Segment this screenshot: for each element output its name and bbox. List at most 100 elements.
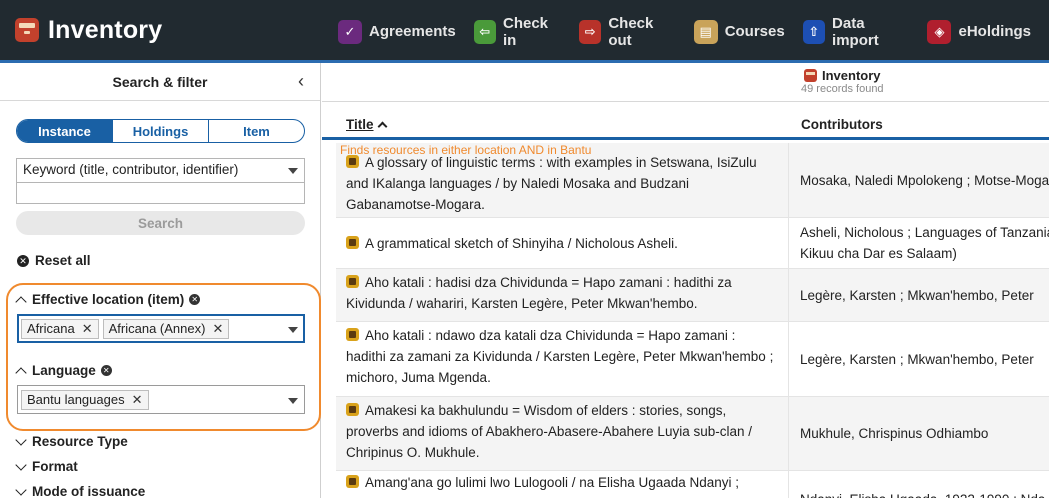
cell-title: Amakesi ka bakhulundu = Wisdom of elders… — [336, 397, 789, 470]
app-link-label: Data import — [832, 14, 879, 49]
instance-icon — [346, 403, 359, 416]
results-column-headers: Title Contributors — [322, 108, 1049, 140]
accordion-label: Resource Type — [32, 434, 128, 449]
table-row[interactable]: Aho katali : ndawo dza katali dza Chivid… — [336, 322, 1049, 397]
cell-contributors: Legère, Karsten ; Mkwan'hembo, Peter — [800, 351, 1034, 367]
clear-filter-icon[interactable]: ✕ — [189, 294, 201, 305]
app-link-label: eHoldings — [958, 23, 1031, 40]
title-text: Amang'ana go lulimi lwo Lulogooli / na E… — [365, 475, 740, 490]
cell-contributors: Mosaka, Naledi Mpolokeng ; Motse-Mogara — [800, 172, 1049, 188]
reset-all-button[interactable]: ✕ Reset all — [17, 253, 91, 268]
cell-title: A grammatical sketch of Shinyiha / Nicho… — [336, 218, 789, 268]
accordion-label: Language — [32, 363, 96, 378]
table-row[interactable]: A grammatical sketch of Shinyiha / Nicho… — [336, 218, 1049, 269]
chip-label: Bantu languages — [27, 392, 125, 407]
accordion-mode-of-issuance[interactable]: Mode of issuance — [15, 483, 146, 498]
agreements-icon: ✓ — [338, 19, 362, 44]
results-title: Inventory — [804, 68, 881, 83]
chip-label: Africana — [27, 321, 75, 336]
accordion-effective-location[interactable]: Effective location (item) ✕ — [15, 292, 201, 308]
remove-chip-icon[interactable]: ✕ — [132, 392, 143, 408]
app-brand[interactable]: Inventory — [0, 0, 162, 60]
annotation-tooltip: Finds resources in either location AND i… — [340, 143, 592, 157]
table-row[interactable]: Amang'ana go lulimi lwo Lulogooli / na E… — [336, 471, 1049, 498]
sort-ascending-icon — [377, 121, 387, 132]
segment-item[interactable]: Item — [208, 120, 304, 142]
accordion-language[interactable]: Language ✕ — [15, 363, 112, 379]
cell-title: Aho katali : hadisi dza Chividunda = Hap… — [336, 269, 789, 321]
app-title: Inventory — [48, 15, 163, 44]
reset-all-label: Reset all — [35, 253, 91, 268]
table-row[interactable]: Amakesi ka bakhulundu = Wisdom of elders… — [336, 397, 1049, 471]
chevron-down-icon — [288, 168, 298, 174]
chevron-up-icon — [15, 366, 27, 379]
segment-holdings[interactable]: Holdings — [112, 120, 208, 142]
filter-chip: Bantu languages ✕ — [21, 389, 149, 410]
title-text: Aho katali : hadisi dza Chividunda = Hap… — [346, 275, 732, 311]
chevron-down-icon[interactable] — [288, 327, 298, 333]
app-link-agreements[interactable]: ✓ Agreements — [338, 19, 456, 44]
app-link-eholdings[interactable]: ◈ eHoldings — [927, 19, 1031, 44]
inventory-app-icon — [804, 69, 817, 82]
clear-filter-icon[interactable]: ✕ — [100, 365, 112, 376]
check-in-icon: ⇦ — [473, 19, 496, 44]
remove-chip-icon[interactable]: ✕ — [212, 321, 223, 337]
chip-label: Africana (Annex) — [108, 321, 206, 336]
collapse-pane-icon[interactable]: ‹ — [298, 72, 304, 90]
cell-title: Aho katali : ndawo dza katali dza Chivid… — [336, 322, 789, 396]
results-title-label: Inventory — [822, 68, 881, 83]
remove-chip-icon[interactable]: ✕ — [82, 321, 93, 337]
title-text: Aho katali : ndawo dza katali dza Chivid… — [346, 328, 774, 385]
app-link-courses[interactable]: ▤ Courses — [693, 19, 785, 44]
language-multiselect[interactable]: Bantu languages ✕ — [17, 385, 305, 414]
search-index-value: Keyword (title, contributor, identifier) — [23, 162, 239, 177]
search-input[interactable] — [16, 182, 305, 204]
cell-contributors: Mukhule, Chrispinus Odhiambo — [800, 426, 989, 441]
segment-instance[interactable]: Instance — [17, 120, 112, 142]
filter-chip: Africana (Annex) ✕ — [102, 318, 230, 339]
app-link-label: Check out — [608, 14, 654, 49]
chevron-up-icon — [15, 295, 27, 308]
column-header-contributors[interactable]: Contributors — [801, 117, 883, 132]
accordion-label: Mode of issuance — [32, 484, 146, 498]
data-import-icon: ⇧ — [802, 19, 826, 44]
search-index-select[interactable]: Keyword (title, contributor, identifier) — [16, 158, 305, 182]
results-header: Inventory 49 records found — [322, 63, 1049, 102]
eholdings-icon: ◈ — [927, 19, 952, 44]
instance-icon — [346, 236, 359, 249]
column-header-title[interactable]: Title — [346, 117, 387, 132]
accordion-label: Format — [32, 459, 78, 474]
app-switcher: ✓ Agreements ⇦ Check in ⇨ Check out ▤ Courses ⇧ D… — [338, 0, 1049, 63]
results-list: A glossary of linguistic terms : with ex… — [336, 143, 1049, 498]
app-link-data-import[interactable]: ⇧ Data import — [802, 14, 910, 49]
filter-pane-title: Search & filter — [112, 73, 208, 90]
search-segment-toggle: Instance Holdings Item — [16, 119, 305, 143]
top-navigation-bar: Inventory ✓ Agreements ⇦ Check in ⇨ Check out… — [0, 0, 1049, 63]
instance-icon — [346, 275, 359, 288]
accordion-format[interactable]: Format — [15, 458, 78, 474]
title-text: A grammatical sketch of Shinyiha / Nicho… — [365, 236, 678, 251]
chevron-down-icon — [15, 483, 27, 496]
app-link-check-in[interactable]: ⇦ Check in — [473, 15, 561, 49]
filter-chip: Africana ✕ — [21, 318, 99, 339]
results-pane: Inventory 49 records found Title Contrib… — [322, 63, 1049, 498]
filter-pane-header: Search & filter ‹ — [0, 63, 320, 101]
accordion-label: Effective location (item) — [32, 292, 185, 307]
accordion-resource-type[interactable]: Resource Type — [15, 433, 128, 449]
search-filter-pane: Search & filter ‹ Instance Holdings Item… — [0, 63, 321, 498]
app-link-label: Courses — [724, 23, 785, 40]
title-text: A glossary of linguistic terms : with ex… — [346, 155, 757, 212]
cell-contributors: Legère, Karsten ; Mkwan'hembo, Peter — [800, 287, 1034, 303]
effective-location-multiselect[interactable]: Africana ✕ Africana (Annex) ✕ — [17, 314, 305, 343]
app-link-check-out[interactable]: ⇨ Check out — [579, 15, 676, 49]
title-text: Amakesi ka bakhulundu = Wisdom of elders… — [346, 403, 752, 460]
instance-icon — [346, 475, 359, 488]
app-link-label: Agreements — [369, 23, 456, 40]
inventory-app-icon — [15, 18, 39, 42]
cell-title: Amang'ana go lulimi lwo Lulogooli / na E… — [336, 471, 789, 498]
clear-circle-icon: ✕ — [17, 254, 29, 267]
search-button[interactable]: Search — [16, 211, 305, 235]
table-row[interactable]: Aho katali : hadisi dza Chividunda = Hap… — [336, 269, 1049, 322]
chevron-down-icon — [15, 458, 27, 471]
chevron-down-icon[interactable] — [288, 398, 298, 404]
